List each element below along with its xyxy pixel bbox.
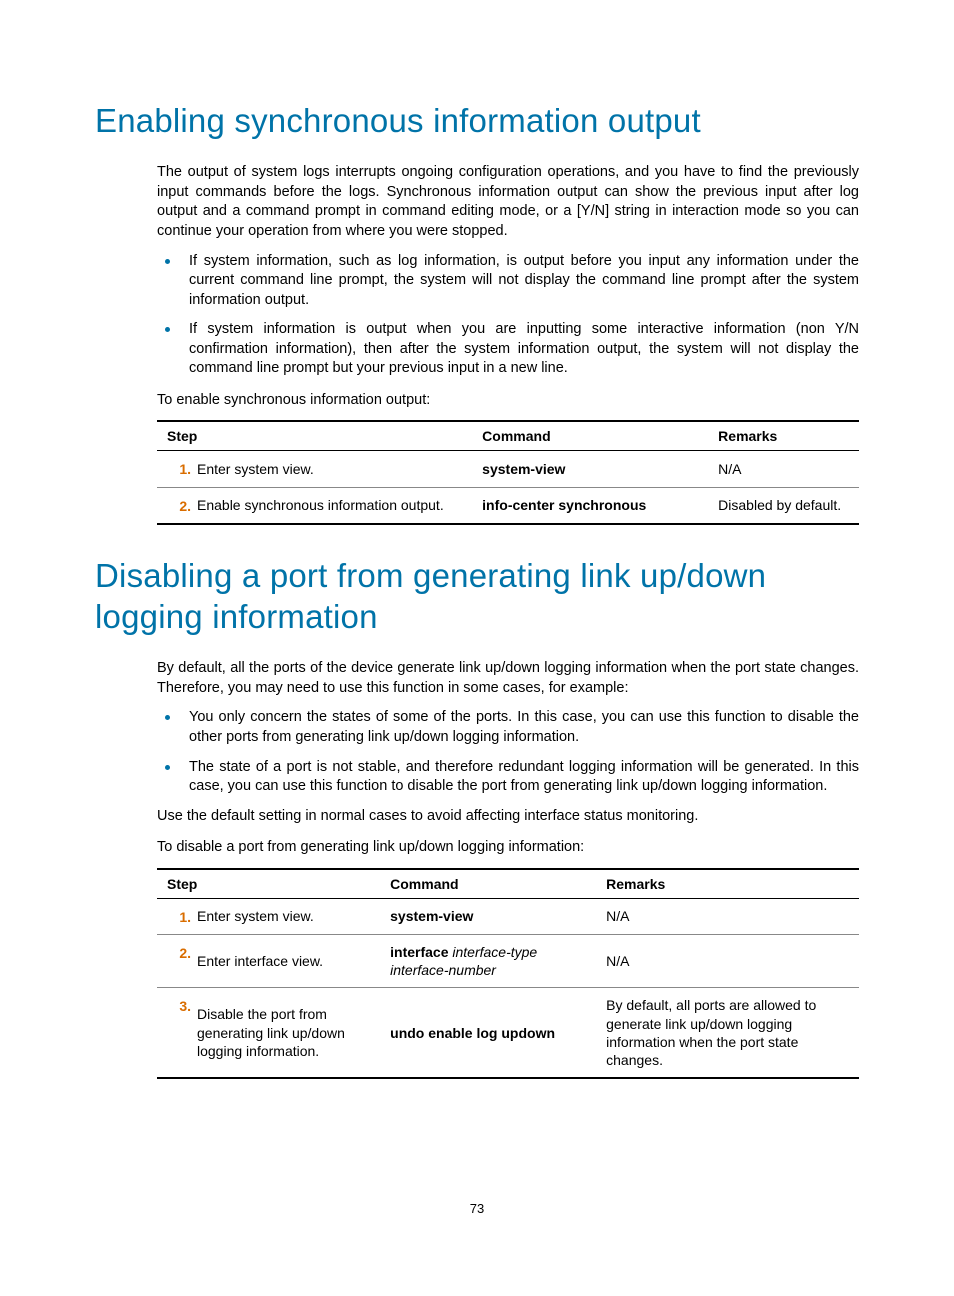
th-step: Step xyxy=(157,869,382,899)
step-description: Disable the port from generating link up… xyxy=(195,988,382,1078)
table-header-row: Step Command Remarks xyxy=(157,869,859,899)
step-description: Enter system view. xyxy=(195,898,382,934)
table-row: 1. Enter system view. system-view N/A xyxy=(157,451,859,487)
step-number: 1. xyxy=(157,898,195,934)
table-row: 2. Enter interface view. interface inter… xyxy=(157,935,859,988)
table-row: 3. Disable the port from generating link… xyxy=(157,988,859,1078)
step-number: 2. xyxy=(157,487,195,524)
step-command: info-center synchronous xyxy=(474,487,710,524)
heading-disabling-port-logging: Disabling a port from generating link up… xyxy=(95,555,859,638)
cmd-bold: info-center synchronous xyxy=(482,497,646,513)
section1-body: The output of system logs interrupts ong… xyxy=(157,163,859,410)
step-description: Enter interface view. xyxy=(195,935,382,988)
section1-para1: The output of system logs interrupts ong… xyxy=(157,163,859,241)
step-remarks: N/A xyxy=(598,935,859,988)
step-number: 1. xyxy=(157,451,195,487)
table-header-row: Step Command Remarks xyxy=(157,421,859,451)
cmd-bold: interface xyxy=(390,944,448,960)
table-disable-port-logging: Step Command Remarks 1. Enter system vie… xyxy=(157,868,859,1079)
step-remarks: By default, all ports are allowed to gen… xyxy=(598,988,859,1078)
step-remarks: Disabled by default. xyxy=(710,487,859,524)
step-remarks: N/A xyxy=(598,898,859,934)
step-command: interface interface-type interface-numbe… xyxy=(382,935,598,988)
step-number: 3. xyxy=(157,988,195,1078)
section1-bullet-1: If system information, such as log infor… xyxy=(157,252,859,311)
table-row: 2. Enable synchronous information output… xyxy=(157,487,859,524)
section1-bullet-2: If system information is output when you… xyxy=(157,320,859,379)
page: Enabling synchronous information output … xyxy=(0,0,954,1296)
step-command: undo enable log updown xyxy=(382,988,598,1078)
th-step: Step xyxy=(157,421,474,451)
cmd-bold: system-view xyxy=(390,908,473,924)
th-command: Command xyxy=(382,869,598,899)
table-row: 1. Enter system view. system-view N/A xyxy=(157,898,859,934)
step-description: Enter system view. xyxy=(195,451,474,487)
section2-para2: Use the default setting in normal cases … xyxy=(157,807,859,827)
section2-bullet-2: The state of a port is not stable, and t… xyxy=(157,758,859,797)
th-command: Command xyxy=(474,421,710,451)
step-description: Enable synchronous information output. xyxy=(195,487,474,524)
step-command: system-view xyxy=(382,898,598,934)
section2-para1: By default, all the ports of the device … xyxy=(157,659,859,698)
section2-leadin: To disable a port from generating link u… xyxy=(157,838,859,858)
step-number: 2. xyxy=(157,935,195,988)
section1-leadin: To enable synchronous information output… xyxy=(157,391,859,411)
step-command: system-view xyxy=(474,451,710,487)
heading-enabling-sync-output: Enabling synchronous information output xyxy=(95,100,859,141)
section2-bullet-1: You only concern the states of some of t… xyxy=(157,708,859,747)
th-remarks: Remarks xyxy=(598,869,859,899)
section2-bullets: You only concern the states of some of t… xyxy=(157,708,859,796)
th-remarks: Remarks xyxy=(710,421,859,451)
cmd-bold: undo enable log updown xyxy=(390,1025,555,1041)
cmd-bold: system-view xyxy=(482,461,565,477)
table-enable-sync: Step Command Remarks 1. Enter system vie… xyxy=(157,420,859,524)
section1-bullets: If system information, such as log infor… xyxy=(157,252,859,379)
step-remarks: N/A xyxy=(710,451,859,487)
page-number: 73 xyxy=(0,1201,954,1216)
section2-body: By default, all the ports of the device … xyxy=(157,659,859,858)
